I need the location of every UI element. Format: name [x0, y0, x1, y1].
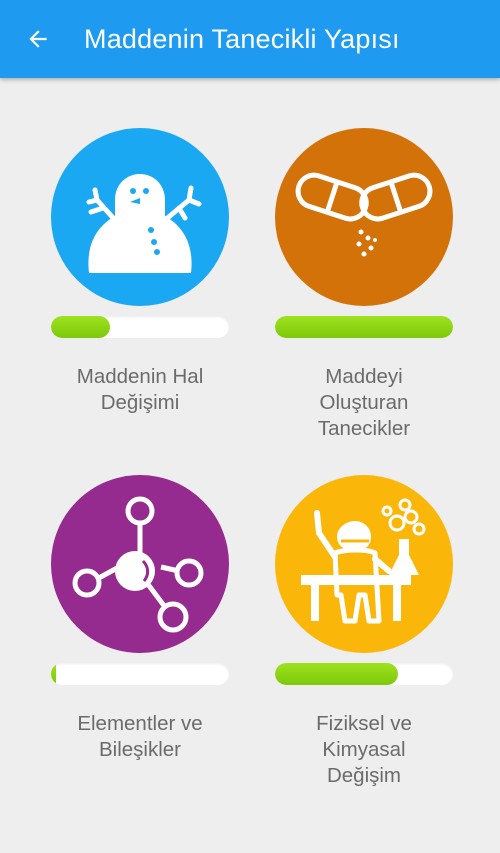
topic-label: Fiziksel ve Kimyasal Değişim: [316, 712, 412, 787]
arrow-left-icon: [29, 30, 47, 48]
topic-card-elementler[interactable]: Elementler ve Bileşikler: [40, 475, 240, 763]
capsule-icon: [295, 172, 433, 257]
topic-circle: [51, 475, 229, 653]
topic-grid: Maddenin Hal Değişimi Maddeyi Oluşturan …: [0, 78, 500, 853]
progress-bar: [51, 316, 229, 338]
topic-circle: [275, 475, 453, 653]
page-title: Maddenin Tanecikli Yapısı: [84, 23, 400, 54]
topic-label: Maddenin Hal Değişimi: [76, 365, 204, 414]
topic-circle: [51, 128, 229, 306]
topic-label: Elementler ve Bileşikler: [77, 712, 203, 761]
progress-bar: [275, 663, 453, 685]
progress-bar: [51, 663, 229, 685]
molecule-icon: [72, 496, 204, 633]
topic-circle: [275, 128, 453, 306]
progress-fill: [275, 316, 453, 338]
snowman-icon: [86, 174, 202, 273]
progress-fill: [51, 316, 110, 338]
topic-label: Maddeyi Oluşturan Tanecikler: [317, 365, 411, 440]
app-bar: Maddenin Tanecikli Yapısı: [0, 0, 500, 78]
topic-card-fiziksel-kimyasal[interactable]: Fiziksel ve Kimyasal Değişim: [264, 475, 464, 789]
scientist-icon: [301, 498, 426, 624]
topic-card-tanecikler[interactable]: Maddeyi Oluşturan Tanecikler: [264, 128, 464, 442]
back-button[interactable]: [0, 0, 76, 78]
progress-bar: [275, 316, 453, 338]
topic-card-hal-degisimi[interactable]: Maddenin Hal Değişimi: [40, 128, 240, 416]
progress-fill: [275, 663, 398, 685]
progress-fill: [51, 663, 57, 685]
